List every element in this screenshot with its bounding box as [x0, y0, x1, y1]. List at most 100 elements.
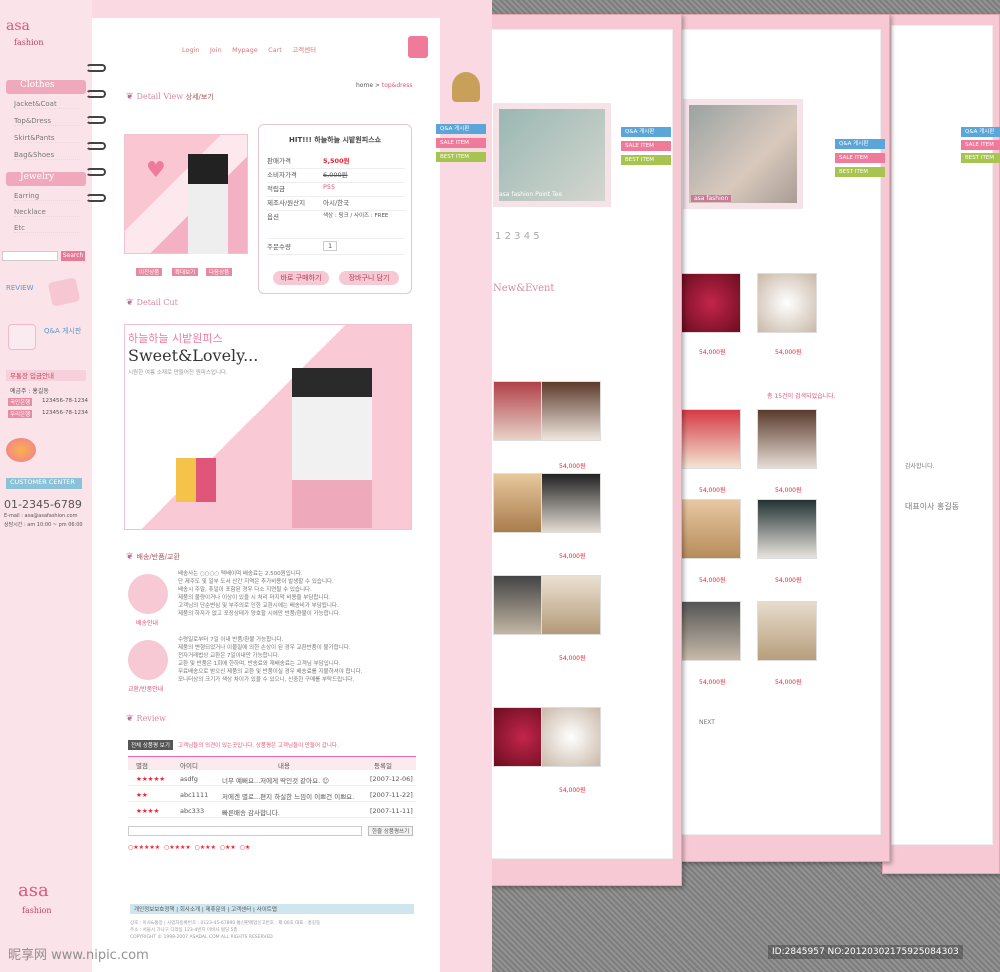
shipping-text: 배송사는 ○○○○ 택배이며 배송료는 2,500원입니다. 단 제주도 및 일부…: [178, 571, 341, 617]
binder-clip-icon: [408, 36, 428, 58]
search-input[interactable]: [2, 251, 58, 261]
qa-tab[interactable]: Q&A 게시판: [961, 127, 1000, 137]
qa-link[interactable]: Q&A 게시판: [44, 326, 81, 336]
review-intro: 고객님들의 의견이 있는곳입니다. 상품평은 고객님들이 만들어 갑니다.: [178, 743, 339, 749]
product-image: [124, 134, 248, 254]
shipping-heading: ❦ 배송/반품/교환: [126, 552, 180, 562]
cut-desc: 시원한 여름 소재로 만들어진 원피스입니다.: [128, 370, 228, 376]
next-product-button[interactable]: 다음상품: [206, 268, 233, 276]
model-figure: [188, 154, 228, 254]
left-sidebar: asa fashion Clothes Jacket&Coat Top&Dres…: [0, 0, 92, 972]
product-price: 54,000원: [775, 349, 802, 356]
footer-link[interactable]: 개인정보보호정책: [134, 907, 174, 913]
zoom-button[interactable]: 확대보기: [172, 268, 199, 276]
exchange-icon: [128, 640, 168, 680]
bow-icon: ❦: [126, 552, 134, 562]
table-row[interactable]: ★★★★★ asdfg 너무 예뻐요...저에게 딱인것 같아요. ☺ [200…: [128, 772, 416, 786]
product-price: 54,000원: [559, 553, 586, 560]
sale-tab[interactable]: SALE ITEM: [621, 141, 671, 151]
count-text: 총 15건이 검색되었습니다.: [767, 393, 836, 400]
footer-link[interactable]: 사이트맵: [257, 907, 277, 913]
nav-mypage[interactable]: Mypage: [232, 46, 258, 54]
product-price: 54,000원: [559, 655, 586, 662]
best-tab[interactable]: BEST ITEM: [621, 155, 671, 165]
product-price: 54,000원: [699, 487, 726, 494]
greeting-text: 감사합니다.: [905, 463, 935, 470]
photo-caption: asa fashion Point Tee: [499, 191, 563, 198]
qa-tab[interactable]: Q&A 게시판: [436, 124, 486, 134]
logo-bottom-sub: fashion: [22, 906, 52, 915]
logo-sub: fashion: [14, 38, 44, 47]
review-input[interactable]: [128, 826, 362, 836]
review-icon: [47, 277, 81, 307]
product-price: 54,000원: [699, 577, 726, 584]
review-link[interactable]: REVIEW: [6, 284, 33, 292]
nav-support[interactable]: 고객센터: [292, 46, 316, 54]
add-to-cart-button[interactable]: 장바구니 담기: [339, 271, 399, 285]
rating-options[interactable]: ○★★★★★ ○★★★★ ○★★★ ○★★ ○★: [128, 844, 250, 851]
category-jewelry[interactable]: Jewelry: [6, 172, 86, 186]
footer-link[interactable]: 고객센터: [231, 907, 251, 913]
bank-name: 우리은행: [8, 410, 33, 418]
sidebar-item[interactable]: Earring: [14, 192, 80, 201]
table-row[interactable]: ★★ abc1111 저에겐 별로...편지 하실한 느낌이 이쁘건 이쁘요. …: [128, 788, 416, 802]
product-name: HIT!!! 하늘하늘 시밭원피스쇼: [289, 136, 382, 144]
table-row[interactable]: ★★★★ abc333 빠른배송 감사합니다. [2007-11-11]: [128, 804, 416, 818]
sidebar-item[interactable]: Skirt&Pants: [14, 134, 80, 143]
info-row: 소비자가격 6,000원: [267, 169, 405, 183]
qa-tab[interactable]: Q&A 게시판: [835, 139, 885, 149]
write-review-button[interactable]: 한줄 상품평쓰기: [368, 826, 414, 836]
sidebar-item[interactable]: Top&Dress: [14, 117, 80, 126]
nav-login[interactable]: Login: [182, 46, 200, 54]
shopping-bags: [176, 458, 216, 502]
sale-tab[interactable]: SALE ITEM: [436, 138, 486, 148]
nav-cart[interactable]: Cart: [268, 46, 282, 54]
sale-tab[interactable]: SALE ITEM: [835, 153, 885, 163]
review-heading: ❦ Review: [126, 714, 166, 724]
footer-link[interactable]: 회사소개: [180, 907, 200, 913]
sidebar-item[interactable]: Etc: [14, 224, 80, 233]
best-tab[interactable]: BEST ITEM: [961, 153, 1000, 163]
sidebar-item[interactable]: Necklace: [14, 208, 80, 217]
sale-tab[interactable]: SALE ITEM: [961, 140, 1000, 150]
watermark-right: ID:2845957 NO:20120302175925084303: [768, 945, 963, 959]
search-button[interactable]: Search: [61, 251, 85, 261]
pager[interactable]: 1 2 3 4 5: [495, 231, 540, 242]
quantity-stepper[interactable]: 주문수량 1: [267, 241, 405, 255]
cut-title-en: Sweet&Lovely...: [128, 346, 259, 365]
photo-caption: asa fashion: [691, 195, 732, 202]
best-tab[interactable]: BEST ITEM: [436, 152, 486, 162]
sidebar-item[interactable]: Bag&Shoes: [14, 151, 80, 160]
product-price: 54,000원: [775, 577, 802, 584]
ceo-sign: 대표이사 홍길동: [905, 502, 960, 511]
main-page: asa fashion Clothes Jacket&Coat Top&Dres…: [0, 0, 492, 972]
option-row[interactable]: 옵션 색상 : 핑크 / 사이즈 : FREE: [267, 211, 405, 239]
best-tab[interactable]: BEST ITEM: [835, 167, 885, 177]
review-all-button[interactable]: 전체 상품평 보기: [128, 740, 173, 750]
bank-holder: 예금주 : 홍길동: [10, 388, 49, 395]
buy-now-button[interactable]: 바로 구매하기: [273, 271, 329, 285]
page-back-3: Q&A 게시판 SALE ITEM BEST ITEM 감사합니다. 대표이사 …: [882, 14, 1000, 874]
breadcrumb-home[interactable]: home: [356, 82, 373, 89]
category-clothes[interactable]: Clothes: [6, 80, 86, 94]
gramophone-icon: [452, 72, 480, 102]
email-text: E-mail : asa@asafashion.com: [4, 513, 78, 519]
phone-number: 01-2345-6789: [4, 498, 82, 511]
heart-deco: ♥: [146, 158, 166, 183]
product-price: 54,000원: [699, 679, 726, 686]
product-price: 54,000원: [699, 349, 726, 356]
exchange-label: 교환/반품안내: [128, 686, 164, 693]
exchange-text: 수령일로부터 7일 이내 반품/환불 가능합니다. 제품의 변형되었거나 이물질에…: [178, 637, 363, 683]
breadcrumb-current[interactable]: top&dress: [382, 82, 413, 89]
prev-product-button[interactable]: 이전상품: [136, 268, 163, 276]
hours-text: 상담시간 : am 10:00 ~ pm 06:00: [4, 522, 83, 528]
bank-name: 국민은행: [8, 398, 33, 406]
footer-link[interactable]: 제휴문의: [205, 907, 225, 913]
sidebar-item[interactable]: Jacket&Coat: [14, 100, 80, 109]
flower-deco: [6, 438, 36, 462]
product-info-box: HIT!!! 하늘하늘 시밭원피스쇼 판매가격 5,500원 소비자가격 6,000…: [258, 124, 412, 294]
bow-icon: ❦: [126, 92, 134, 102]
next-link[interactable]: NEXT: [699, 719, 715, 726]
nav-join[interactable]: Join: [210, 46, 222, 54]
qa-tab[interactable]: Q&A 게시판: [621, 127, 671, 137]
